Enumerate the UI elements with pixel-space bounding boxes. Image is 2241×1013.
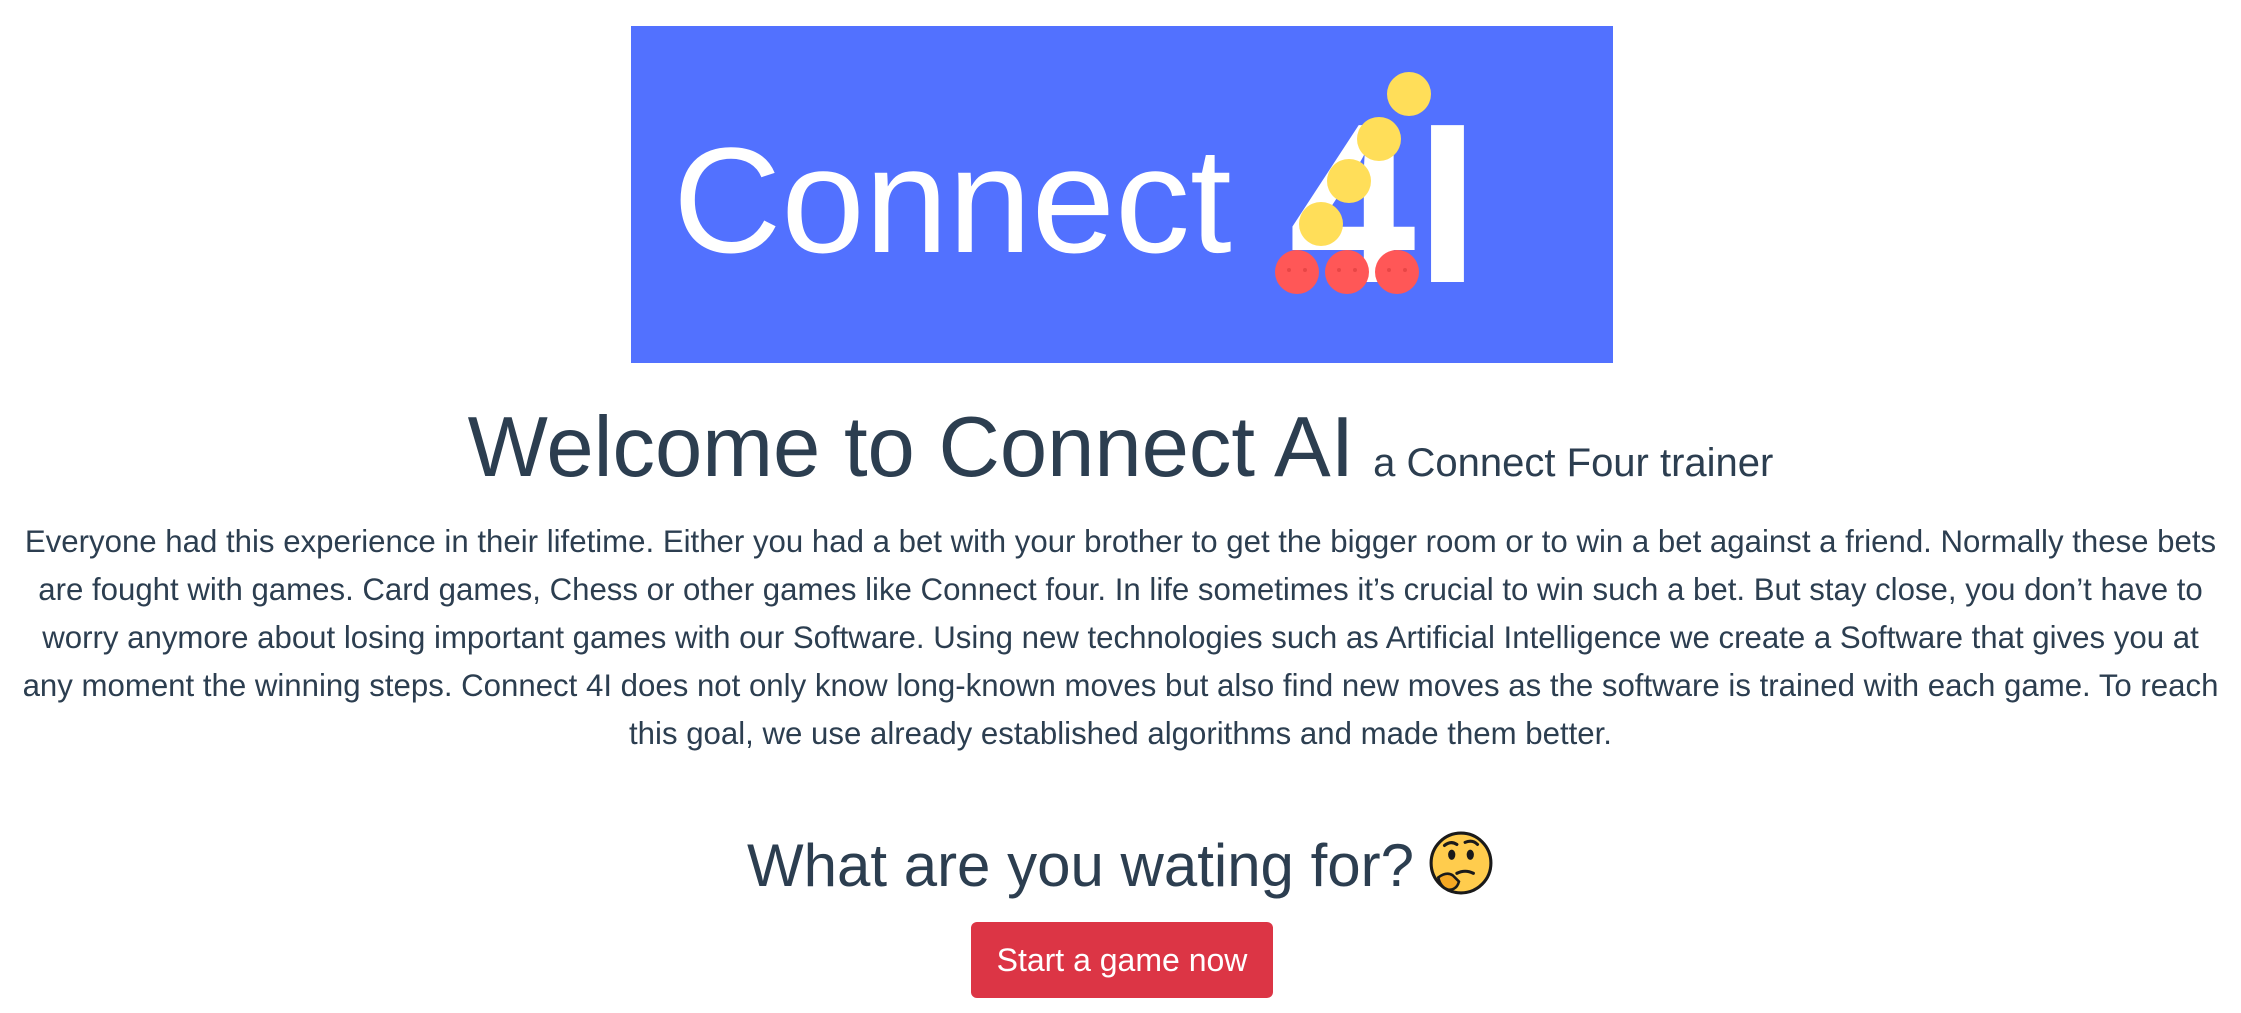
red-piece-icon: [1325, 250, 1369, 294]
logo-text: Connect: [673, 116, 1232, 284]
page-subtitle: a Connect Four trainer: [1373, 441, 1774, 485]
cta-heading: What are you wating for?: [0, 830, 2241, 901]
red-piece-icon: [1375, 250, 1419, 294]
start-game-button[interactable]: Start a game now: [971, 922, 1273, 998]
yellow-piece-icon: [1357, 117, 1401, 161]
intro-paragraph: Everyone had this experience in their li…: [22, 524, 2219, 751]
connect-4i-logo: Connect 4I: [631, 26, 1613, 363]
landing-page: Connect 4I Welcome to Connect AI a Conne…: [0, 0, 2241, 1013]
yellow-piece-icon: [1387, 72, 1431, 116]
thinking-face-icon: [1428, 830, 1494, 896]
page-title: Welcome to Connect AI a Connect Four tra…: [0, 398, 2241, 498]
yellow-piece-icon: [1299, 202, 1343, 246]
red-piece-icon: [1275, 250, 1319, 294]
page-title-main: Welcome to Connect AI: [467, 400, 1355, 495]
yellow-piece-icon: [1327, 159, 1371, 203]
logo-graphic: Connect 4I: [631, 26, 1613, 363]
cta-question: What are you wating for?: [746, 832, 1414, 899]
